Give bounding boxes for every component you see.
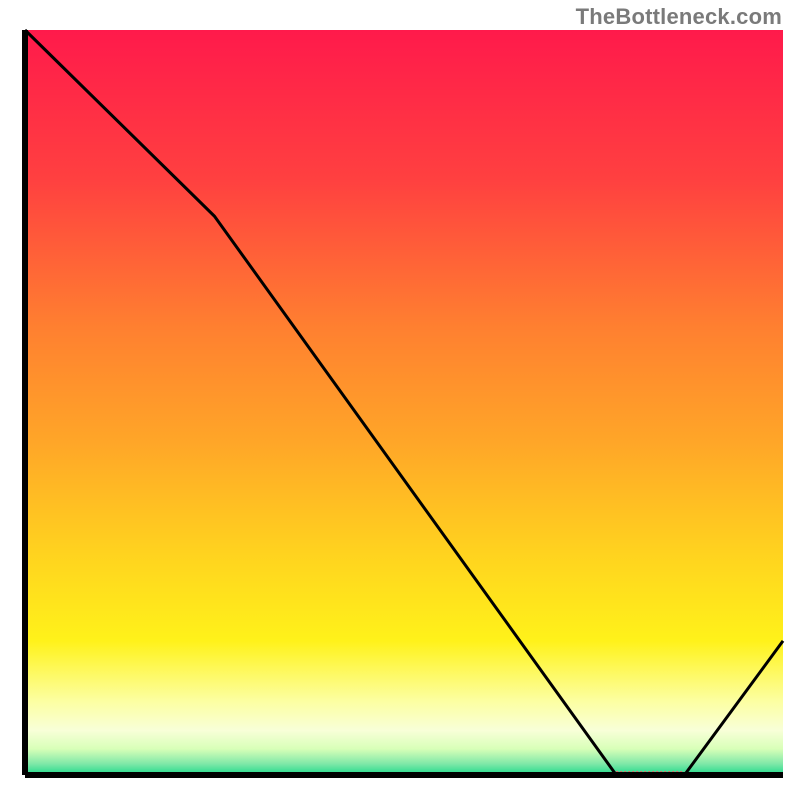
bottleneck-chart-svg [0, 0, 800, 800]
chart-stage: TheBottleneck.com [0, 0, 800, 800]
watermark-text: TheBottleneck.com [576, 4, 782, 30]
